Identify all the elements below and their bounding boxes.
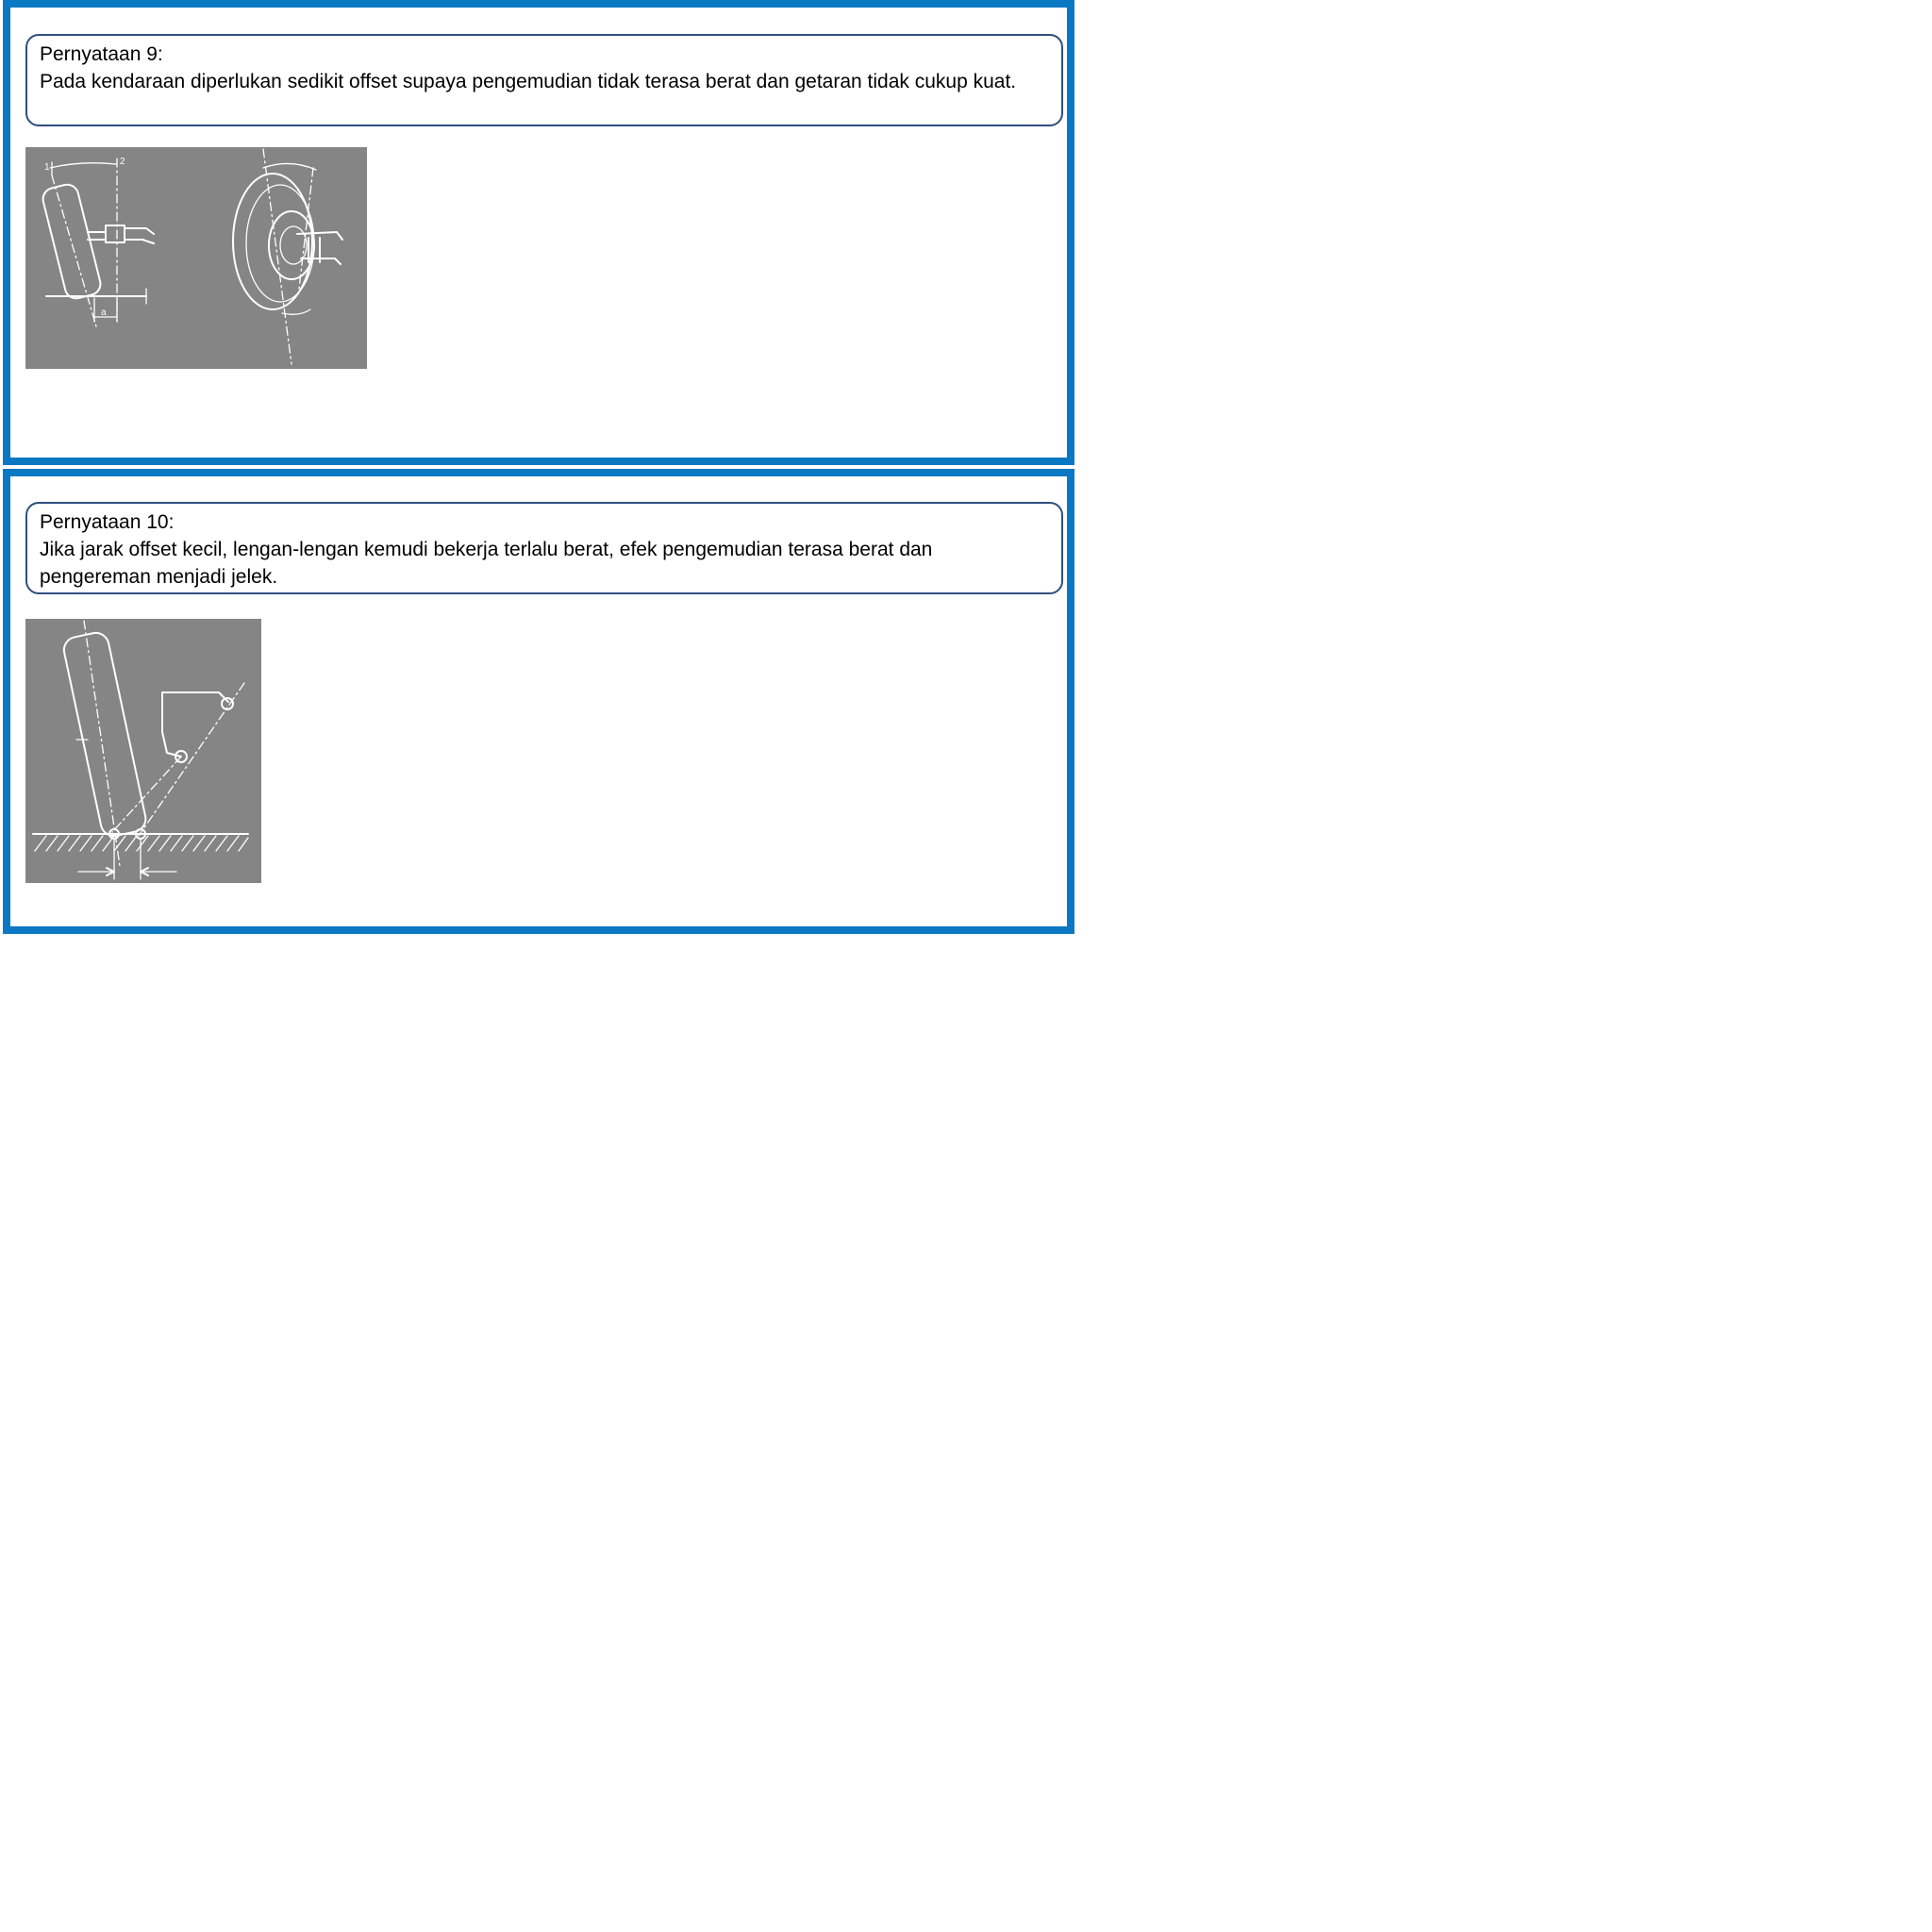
statement-title: Pernyataan 9: — [40, 43, 163, 65]
offset-diagram-figure: 1 2 a — [25, 147, 367, 369]
statement-text: Jika jarak offset kecil, lengan-lengan k… — [40, 539, 933, 588]
figure-label-a: a — [101, 308, 107, 318]
offset-dimension-arrows — [77, 839, 177, 880]
statement-title: Pernyataan 10: — [40, 511, 175, 533]
figure-label-2: 2 — [120, 157, 125, 167]
tilted-wheel — [62, 620, 147, 867]
side-view-wheel — [232, 148, 343, 365]
statement-box-10: Pernyataan 10: Jika jarak offset kecil, … — [25, 502, 1063, 594]
statement-text: Pada kendaraan diperlukan sedikit offset… — [40, 71, 1017, 92]
figure-label-1: 1 — [44, 162, 50, 173]
offset-diagram-drawing: 1 2 a — [42, 148, 343, 365]
statement-box-9: Pernyataan 9: Pada kendaraan diperlukan … — [25, 34, 1063, 126]
statement-panel-10: Pernyataan 10: Jika jarak offset kecil, … — [3, 469, 1074, 934]
small-offset-diagram-drawing — [32, 620, 249, 880]
statement-panel-9: Pernyataan 9: Pada kendaraan diperlukan … — [3, 0, 1074, 465]
steering-knuckle-arm — [111, 682, 245, 837]
front-view-wheel — [42, 158, 155, 327]
small-offset-diagram-figure — [25, 619, 261, 883]
